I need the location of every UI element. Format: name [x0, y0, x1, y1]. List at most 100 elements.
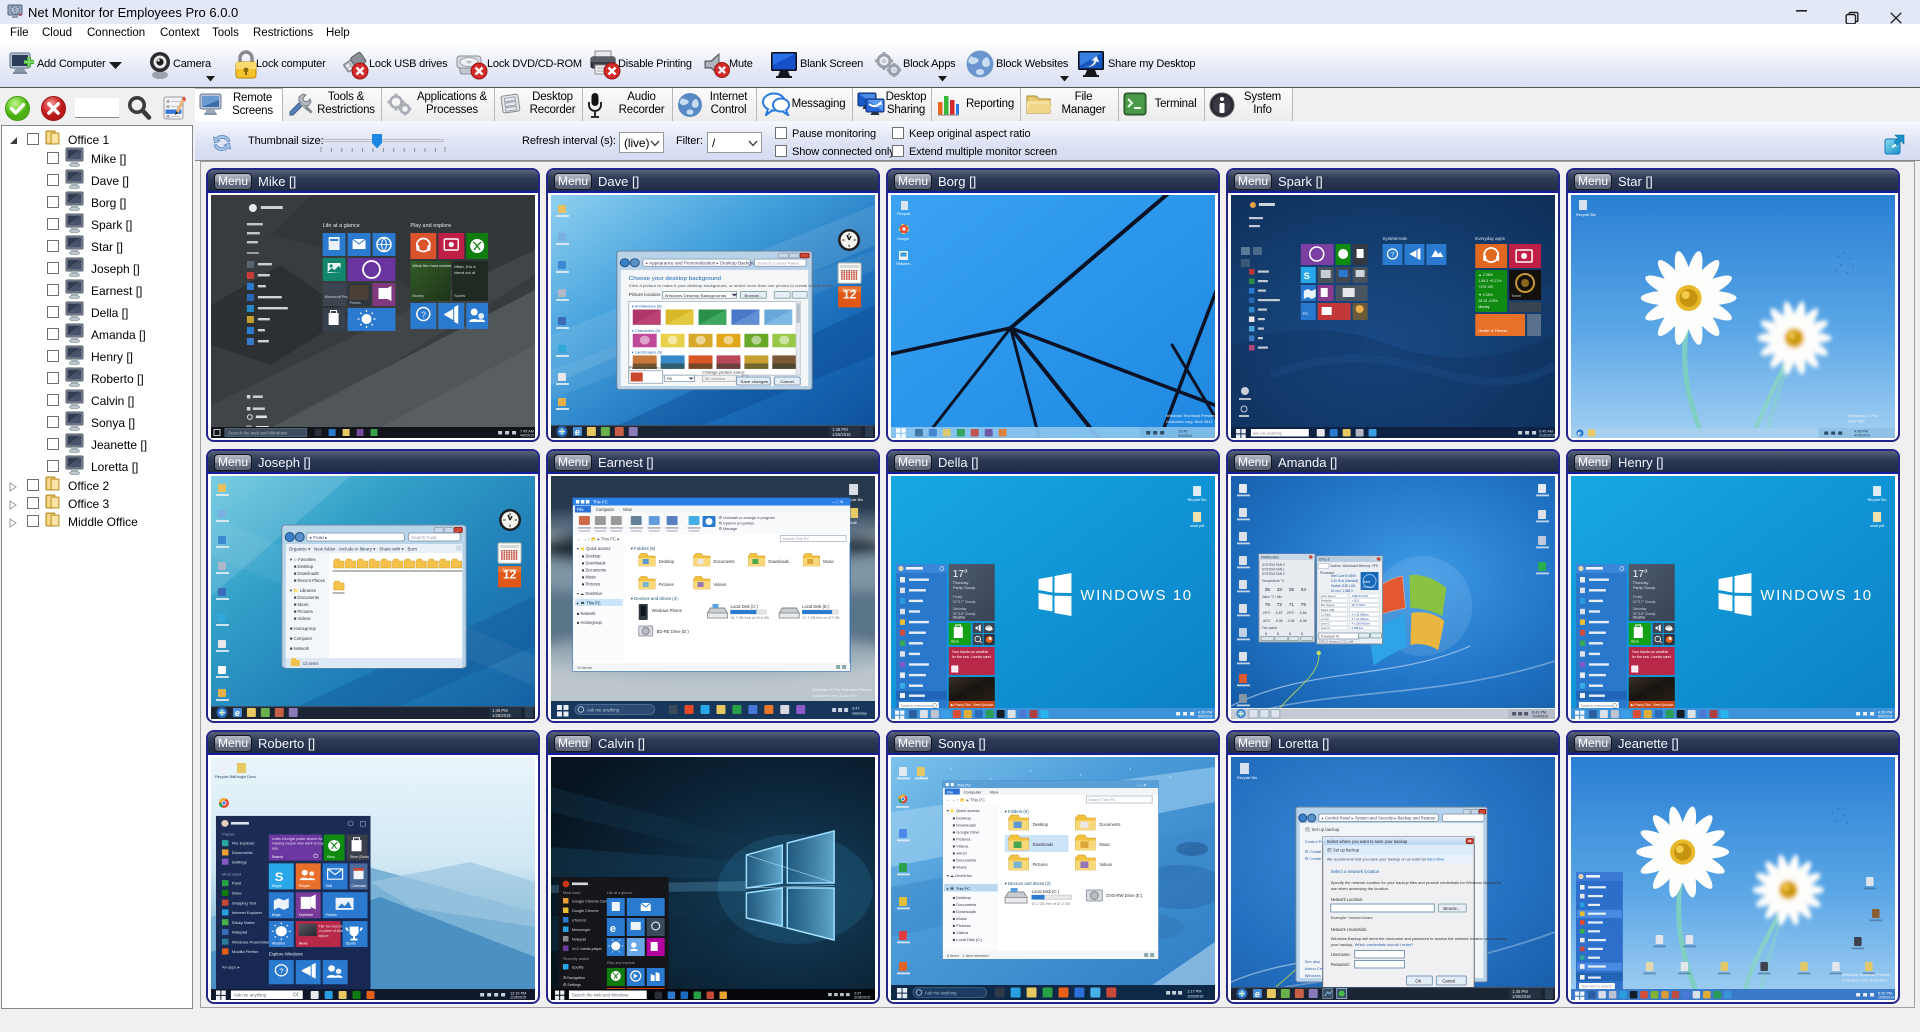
svg-text:Saturday: Saturday — [852, 711, 867, 715]
svg-text:S: S — [1304, 271, 1310, 281]
svg-text:Computer: Computer — [596, 507, 615, 512]
svg-text:■ Pictures: ■ Pictures — [953, 836, 971, 841]
svg-text:Cancel: Cancel — [780, 379, 794, 384]
svg-text:Network credentials: Network credentials — [1331, 927, 1367, 932]
svg-text:Everyday apps: Everyday apps — [1475, 236, 1505, 241]
svg-text:L1 Inst: L1 Inst — [1321, 617, 1330, 621]
svg-text:■ Music: ■ Music — [953, 916, 967, 921]
svg-text:Level 2: Level 2 — [1321, 622, 1330, 626]
svg-text:-0.08: -0.08 — [1275, 619, 1283, 623]
svg-text:Life at a glance: Life at a glance — [323, 223, 360, 229]
svg-text:■ Videos: ■ Videos — [953, 843, 969, 848]
svg-text:Documents: Documents — [232, 850, 253, 855]
svg-text:BD-RE Drive (D:): BD-RE Drive (D:) — [657, 629, 690, 634]
svg-text:Partly Cloudy: Partly Cloudy — [1633, 586, 1656, 590]
svg-text:▾ ⭐ Quick access: ▾ ⭐ Quick access — [947, 808, 980, 813]
svg-text:6 MBytes: 6 MBytes — [1352, 626, 1364, 630]
svg-text:News: News — [299, 942, 308, 946]
svg-text:■ Downloads: ■ Downloads — [582, 560, 606, 565]
svg-text:Music: Music — [1099, 842, 1110, 847]
svg-text:Ask me anything: Ask me anything — [587, 707, 620, 712]
svg-text:7/14/2015: 7/14/2015 — [1532, 714, 1548, 718]
svg-text:21°/17° Cloudy: 21°/17° Cloudy — [953, 600, 976, 604]
svg-text:Recycle...: Recycle... — [897, 212, 914, 216]
svg-text:File: File — [947, 789, 954, 794]
svg-text:Store: Store — [951, 639, 959, 643]
svg-text:Store: Store — [1631, 639, 1639, 643]
svg-text:9/2/2014: 9/2/2014 — [1178, 434, 1192, 438]
svg-text:1/15/2015: 1/15/2015 — [510, 995, 526, 999]
svg-text:Search everywhere: Search everywhere — [901, 704, 934, 708]
svg-text:Recycle Bin: Recycle Bin — [1237, 776, 1257, 780]
svg-text:Windows 10 Pro Technical Previ: Windows 10 Pro Technical Preview — [812, 687, 872, 692]
svg-text:2/18/2015: 2/18/2015 — [854, 995, 870, 999]
svg-text:Change picture every:: Change picture every: — [703, 370, 746, 375]
svg-text:Search Fuad: Search Fuad — [411, 535, 437, 540]
svg-text:22 nm / 1.056 V: 22 nm / 1.056 V — [1331, 589, 1354, 593]
svg-text:Click a picture to make it you: Click a picture to make it your desktop … — [629, 283, 834, 288]
svg-text:Local Disk (C:): Local Disk (C:) — [730, 604, 758, 609]
svg-text:– □ ✕: – □ ✕ — [832, 499, 843, 504]
svg-text:Desktop: Desktop — [659, 559, 675, 564]
svg-text:PC: PC — [1303, 311, 1309, 316]
svg-text:33: 33 — [1277, 587, 1283, 592]
svg-text:Caches: Caches — [1330, 564, 1341, 568]
svg-text:Recycle Bin: Recycle Bin — [1188, 498, 1207, 502]
svg-text:Windows PowerShell: Windows PowerShell — [232, 939, 270, 944]
svg-text:Downloads: Downloads — [768, 559, 789, 564]
svg-text:■ Documents: ■ Documents — [582, 567, 606, 572]
svg-text:34: 34 — [1301, 587, 1307, 592]
svg-text:Music: Music — [823, 559, 834, 564]
svg-text:This PC: This PC — [957, 782, 971, 787]
svg-text:Play and explore: Play and explore — [607, 961, 635, 965]
svg-text:Xbox: Xbox — [327, 855, 335, 859]
svg-text:4 x 32 KBytes: 4 x 32 KBytes — [1352, 617, 1370, 621]
svg-text:■ Music: ■ Music — [582, 574, 596, 579]
svg-text:Core Speed: Core Speed — [1321, 594, 1336, 598]
svg-text:3:47: 3:47 — [852, 705, 860, 710]
svg-text:Store: Store — [232, 891, 243, 896]
svg-text:?: ? — [421, 310, 426, 319]
svg-text:airport: airport — [319, 934, 329, 938]
svg-text:WINDOWS 10: WINDOWS 10 — [1080, 587, 1192, 604]
svg-text:▸ 💻 This PC: ▸ 💻 This PC — [947, 886, 970, 891]
svg-text:Intel Core i5 4590: Intel Core i5 4590 — [1331, 574, 1356, 578]
svg-text:e: e — [1255, 989, 1260, 999]
svg-text:■ Desktop: ■ Desktop — [294, 564, 314, 569]
svg-text:▲ 2.06%: ▲ 2.06% — [1478, 273, 1493, 277]
svg-text:Paint: Paint — [232, 881, 242, 886]
svg-text:Search This PC: Search This PC — [1088, 797, 1115, 802]
svg-text:CPU-Z Version 1.72.1.x64: CPU-Z Version 1.72.1.x64 — [1319, 639, 1354, 643]
svg-text:30 minutes: 30 minutes — [705, 376, 725, 381]
svg-text:■ Desktop: ■ Desktop — [953, 815, 972, 820]
svg-text:▾ Folders (6): ▾ Folders (6) — [631, 546, 656, 551]
svg-text:Weather: Weather — [953, 615, 967, 619]
svg-text:▾ ☁ OneDrive: ▾ ☁ OneDrive — [947, 873, 973, 878]
svg-text:■ Network: ■ Network — [290, 646, 310, 651]
svg-text:28.15 -0.8%: 28.15 -0.8% — [1478, 299, 1498, 303]
svg-text:8/6/2015: 8/6/2015 — [1878, 714, 1892, 718]
svg-text:sea: sea — [272, 847, 278, 851]
svg-text:Windows 8.1 Pro: Windows 8.1 Pro — [1848, 413, 1877, 418]
svg-text:Fan speed: Fan speed — [1262, 626, 1277, 630]
svg-text:■ Documents: ■ Documents — [953, 857, 977, 862]
svg-text:ask me anything: ask me anything — [1253, 430, 1282, 435]
svg-text:Search everywhere: Search everywhere — [1581, 704, 1614, 708]
svg-text:🛠 Set up backup: 🛠 Set up backup — [1305, 827, 1340, 832]
svg-text:Windows Desktop Backgrounds: Windows Desktop Backgrounds — [665, 293, 727, 298]
svg-text:Windows Technical Preview: Windows Technical Preview — [1842, 972, 1890, 977]
svg-text:Notepad: Notepad — [572, 937, 586, 941]
svg-text:2/16/2015: 2/16/2015 — [1539, 433, 1555, 437]
svg-text:SYSTEM FAN 2: SYSTEM FAN 2 — [1262, 572, 1285, 576]
svg-text:Most used: Most used — [222, 872, 241, 877]
svg-text:1/25/2015: 1/25/2015 — [1512, 994, 1531, 999]
svg-text:for the sea. Loretta caret: for the sea. Loretta caret — [1632, 655, 1671, 659]
svg-text:76: 76 — [1265, 602, 1271, 607]
svg-text:Browse...: Browse... — [1443, 906, 1460, 911]
svg-text:What the most market...: What the most market... — [412, 263, 454, 268]
svg-text:e: e — [610, 923, 616, 935]
svg-text:Your hands-on weather: Your hands-on weather — [1632, 650, 1670, 654]
svg-text:71: 71 — [1289, 602, 1295, 607]
svg-text:Search Control Panel: Search Control Panel — [757, 261, 799, 266]
svg-text:Local Disk (E:): Local Disk (E:) — [802, 604, 830, 609]
